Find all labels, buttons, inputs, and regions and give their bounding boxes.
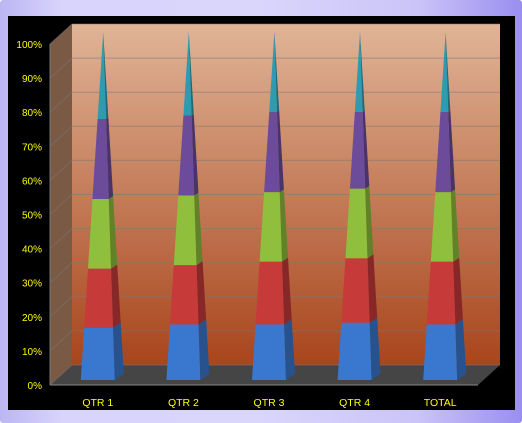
y-tick-label: 30% [22,279,42,290]
pyramid-segment [169,265,199,325]
pyramid-segment [337,322,372,380]
pyramid-segment [341,258,370,323]
y-tick-label: 50% [22,211,42,222]
x-tick-label: QTR 4 [339,397,370,409]
y-tick-label: 0% [28,381,43,392]
pyramid-segment [84,268,114,328]
y-tick-label: 80% [22,108,42,119]
y-tick-label: 10% [22,347,42,358]
pyramid-segment [255,261,285,325]
y-tick-label: 100% [16,40,42,51]
pyramid-segment [80,327,115,380]
x-tick-label: QTR 2 [168,397,199,409]
x-tick-label: TOTAL [424,397,457,409]
x-tick-label: QTR 3 [254,397,285,409]
x-tick-label: QTR 1 [82,397,113,409]
pyramid-segment [426,261,456,325]
y-tick-label: 40% [22,245,42,256]
pyramid-segment [423,324,458,380]
y-tick-label: 20% [22,313,42,324]
y-tick-label: 60% [22,176,42,187]
y-tick-label: 90% [22,74,42,85]
pyramid-segment [252,324,286,380]
pyramid-chart: 0% 10% 20% 30% 40% 50% 60% 70% 80% 90% 100% QTR 1 Q… [16,23,500,409]
chart-frame: 0% 10% 20% 30% 40% 50% 60% 70% 80% 90% 100% QTR 1 Q… [0,0,522,423]
pyramid-segment [166,324,201,380]
y-tick-label: 70% [22,142,42,153]
